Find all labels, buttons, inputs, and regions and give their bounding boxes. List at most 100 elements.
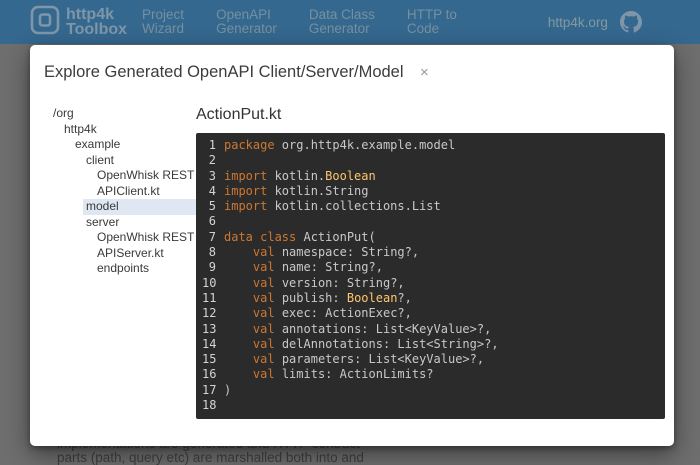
tree-item-label: client xyxy=(86,152,115,167)
tree-item-label: http4k xyxy=(64,121,97,136)
line-number: 15 xyxy=(202,352,217,367)
line-number: 1 xyxy=(208,138,216,152)
code-token: org.http4k.example.model xyxy=(274,138,456,152)
line-number: 11 xyxy=(202,290,217,305)
nav-item-line: Generator xyxy=(308,21,370,36)
tree-item-openwhisk-rest-apiclient-kt[interactable]: OpenWhisk REST APIClient.kt xyxy=(44,168,196,199)
tree-item-label: example xyxy=(75,137,121,151)
tree-item-label: OpenWhisk REST xyxy=(97,168,195,182)
code-token: ActionPut( xyxy=(296,229,376,244)
code-token: ?, xyxy=(397,290,412,305)
code-line-14: 14 val delAnnotations: List<String>?, xyxy=(202,337,657,352)
line-number: 3 xyxy=(208,168,216,183)
line-number: 5 xyxy=(208,199,216,214)
nav-item-project-wizard[interactable]: Project Wizard xyxy=(142,7,185,37)
code-line-15: 15 val parameters: List<KeyValue>?, xyxy=(202,352,657,367)
code-line-content: val publish: Boolean?, xyxy=(224,291,412,306)
code-line-content: val delAnnotations: List<String>?, xyxy=(224,337,499,352)
modal-title: Explore Generated OpenAPI Client/Server/… xyxy=(44,63,404,81)
code-column: ActionPut.kt 1 package org.http4k.example… xyxy=(196,106,665,419)
nav-item-line: OpenAPI xyxy=(216,6,271,22)
file-tree: /org http4k example client OpenWhisk REST API… xyxy=(44,106,196,419)
line-number: 4 xyxy=(208,183,216,198)
modal-body: /org http4k example client OpenWhisk REST API… xyxy=(30,106,674,419)
nav-item-line: Wizard xyxy=(142,21,185,36)
tree-item-client[interactable]: client xyxy=(44,153,196,169)
line-number: 10 xyxy=(202,275,217,290)
code-line-content: val exec: ActionExec?, xyxy=(224,306,412,321)
line-number: 7 xyxy=(208,229,216,244)
http4k-org-link[interactable]: http4k.org xyxy=(548,15,608,30)
modal-explore-generated: Explore Generated OpenAPI Client/Server/… xyxy=(30,45,674,446)
tree-item-label: /org xyxy=(53,106,74,120)
tree-item-org[interactable]: /org xyxy=(44,106,196,122)
line-number: 8 xyxy=(208,245,216,260)
tree-item-label: OpenWhisk REST xyxy=(97,230,195,244)
code-line-17: 17) xyxy=(202,383,657,398)
code-token: val xyxy=(252,245,275,260)
code-token: import xyxy=(224,168,268,183)
brand[interactable]: http4k Toolbox xyxy=(30,5,127,40)
nav-right: http4k.org xyxy=(548,11,642,33)
code-line-5: 5 import kotlin.collections.List xyxy=(202,199,657,214)
line-number: 12 xyxy=(202,306,217,321)
code-line-3: 3 import kotlin.Boolean xyxy=(202,169,657,184)
code-line-13: 13 val annotations: List<KeyValue>?, xyxy=(202,322,657,337)
line-number: 16 xyxy=(202,367,217,382)
code-line-content: data class ActionPut( xyxy=(224,230,376,245)
code-token: val xyxy=(252,260,275,275)
code-line-7: 7 data class ActionPut( xyxy=(202,230,657,245)
code-token: kotlin.collections.List xyxy=(267,199,441,214)
file-name: ActionPut.kt xyxy=(196,106,282,123)
code-token: exec: ActionExec?, xyxy=(274,306,412,321)
background-text-line2: parts (path, query etc) are marshalled b… xyxy=(57,450,364,465)
tree-item-label: server xyxy=(86,214,120,229)
github-icon[interactable] xyxy=(619,11,642,33)
code-token: import xyxy=(224,199,268,214)
code-token: val xyxy=(252,321,275,336)
code-line-content: ) xyxy=(224,383,231,398)
tree-item-model[interactable]: model xyxy=(83,199,196,215)
tree-item-endpoints[interactable]: endpoints xyxy=(44,261,196,277)
code-token: limits: ActionLimits? xyxy=(274,367,434,382)
code-token: ) xyxy=(224,382,232,397)
tree-item-server[interactable]: server xyxy=(44,215,196,231)
code-token: val xyxy=(252,336,275,351)
code-line-content: val name: String?, xyxy=(224,260,383,275)
nav-item-openapi-generator[interactable]: OpenAPI Generator xyxy=(216,6,277,37)
code-editor: 1 package org.http4k.example.model 2 3 impor… xyxy=(196,133,665,419)
brand-line1: http4k xyxy=(66,6,114,23)
line-number: 13 xyxy=(202,321,217,336)
code-line-12: 12 val exec: ActionExec?, xyxy=(202,306,657,321)
tree-item-example[interactable]: example xyxy=(44,137,196,153)
code-line-content: val limits: ActionLimits? xyxy=(224,367,434,382)
code-line-2: 2 xyxy=(202,153,657,168)
tree-item-label: endpoints xyxy=(97,261,150,275)
code-token: val xyxy=(252,306,275,321)
nav-item-line: HTTP to xyxy=(406,6,457,22)
tree-item-label: APIClient.kt xyxy=(97,183,160,198)
tree-item-http4k[interactable]: http4k xyxy=(44,122,196,138)
code-token: annotations: List<KeyValue>?, xyxy=(274,321,492,336)
close-icon[interactable]: × xyxy=(420,64,429,81)
code-line-6: 6 xyxy=(202,214,657,229)
nav-item-data-class-generator[interactable]: Data Class Generator xyxy=(308,7,375,37)
code-token: version: String?, xyxy=(274,275,405,290)
line-number: 18 xyxy=(202,398,217,413)
brand-text: http4k Toolbox xyxy=(66,6,127,38)
tree-item-openwhisk-rest-apiserver-kt[interactable]: OpenWhisk REST APIServer.kt xyxy=(44,230,196,261)
http4k-logo-icon xyxy=(30,5,60,40)
code-line-9: 9 val name: String?, xyxy=(202,260,657,275)
nav-item-http-to-code[interactable]: HTTP to Code xyxy=(406,6,457,37)
code-token: val xyxy=(252,352,275,367)
modal-header: Explore Generated OpenAPI Client/Server/… xyxy=(44,63,660,82)
code-token: val xyxy=(252,275,275,290)
line-number: 9 xyxy=(208,260,216,275)
code-token: data class xyxy=(224,229,297,244)
code-line-content: import kotlin.Boolean xyxy=(224,169,376,184)
